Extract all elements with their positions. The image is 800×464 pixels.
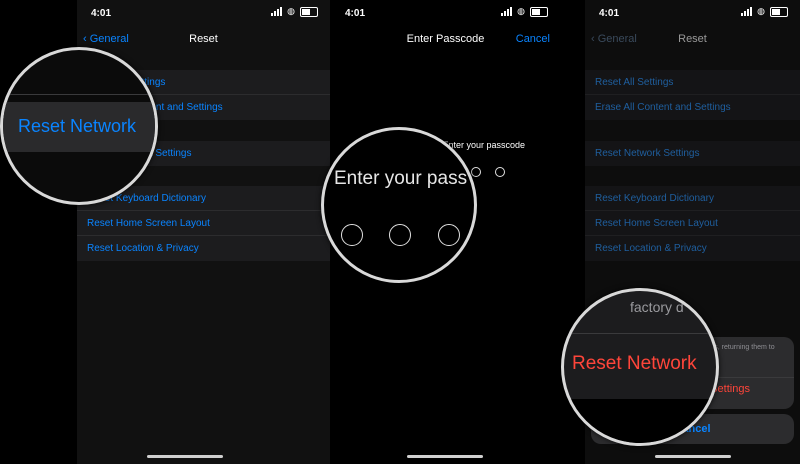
cellular-signal-icon bbox=[741, 7, 753, 16]
passcode-dot-3-magnified bbox=[438, 224, 460, 246]
home-indicator bbox=[147, 455, 223, 458]
magnified-reset-network-label[interactable]: Reset Network bbox=[18, 116, 136, 137]
reset-home-screen-layout-row[interactable]: Reset Home Screen Layout bbox=[585, 211, 800, 236]
cellular-signal-icon bbox=[501, 7, 513, 16]
battery-icon bbox=[300, 6, 318, 17]
battery-icon bbox=[770, 6, 788, 17]
home-indicator bbox=[407, 455, 483, 458]
magnifier-reset-network-confirm: factory d Reset Network bbox=[561, 288, 719, 446]
navigation-bar: Enter Passcode Cancel bbox=[331, 26, 560, 52]
page-title: Reset bbox=[678, 33, 707, 45]
passcode-dot-1 bbox=[341, 224, 363, 246]
magnifier-passcode: Enter your pass bbox=[321, 127, 477, 283]
status-bar: 4:01 ◍ bbox=[331, 0, 560, 26]
reset-group-1: Reset All Settings Erase All Content and… bbox=[585, 70, 800, 120]
status-time: 4:01 bbox=[599, 8, 620, 19]
home-indicator bbox=[655, 455, 731, 458]
cancel-button[interactable]: Cancel bbox=[516, 33, 550, 45]
reset-network-settings-row[interactable]: Reset Network Settings bbox=[585, 141, 800, 166]
page-title: Reset bbox=[189, 33, 218, 45]
magnified-passcode-prompt: Enter your pass bbox=[334, 168, 468, 189]
reset-location-privacy-row[interactable]: Reset Location & Privacy bbox=[585, 236, 800, 261]
magnified-sheet-message: factory d bbox=[630, 299, 684, 315]
wifi-icon: ◍ bbox=[287, 6, 295, 16]
passcode-dot-2 bbox=[389, 224, 411, 246]
passcode-dot-4 bbox=[495, 167, 505, 177]
reset-home-screen-layout-row[interactable]: Reset Home Screen Layout bbox=[77, 211, 330, 236]
erase-all-content-row[interactable]: Erase All Content and Settings bbox=[585, 95, 800, 120]
magnifier-reset-network: Reset Network bbox=[0, 47, 158, 205]
reset-group-3: Reset Keyboard Dictionary Reset Home Scr… bbox=[77, 186, 330, 261]
status-time: 4:01 bbox=[345, 8, 366, 19]
battery-icon bbox=[530, 6, 548, 17]
wifi-icon: ◍ bbox=[757, 6, 765, 16]
navigation-bar: ‹ General Reset bbox=[77, 26, 330, 52]
reset-all-settings-row[interactable]: Reset All Settings bbox=[585, 70, 800, 95]
reset-group-3: Reset Keyboard Dictionary Reset Home Scr… bbox=[585, 186, 800, 261]
status-time: 4:01 bbox=[91, 8, 112, 19]
reset-location-privacy-row[interactable]: Reset Location & Privacy bbox=[77, 236, 330, 261]
status-bar: 4:01 ◍ bbox=[585, 0, 800, 26]
reset-group-2: Reset Network Settings bbox=[585, 141, 800, 166]
cellular-signal-icon bbox=[271, 7, 283, 16]
wifi-icon: ◍ bbox=[517, 6, 525, 16]
status-bar: 4:01 ◍ bbox=[77, 0, 330, 26]
passcode-dot-3 bbox=[471, 167, 481, 177]
reset-keyboard-dictionary-row[interactable]: Reset Keyboard Dictionary bbox=[585, 186, 800, 211]
navigation-bar: ‹ General Reset bbox=[585, 26, 800, 52]
magnified-reset-network-action[interactable]: Reset Network bbox=[572, 353, 697, 375]
